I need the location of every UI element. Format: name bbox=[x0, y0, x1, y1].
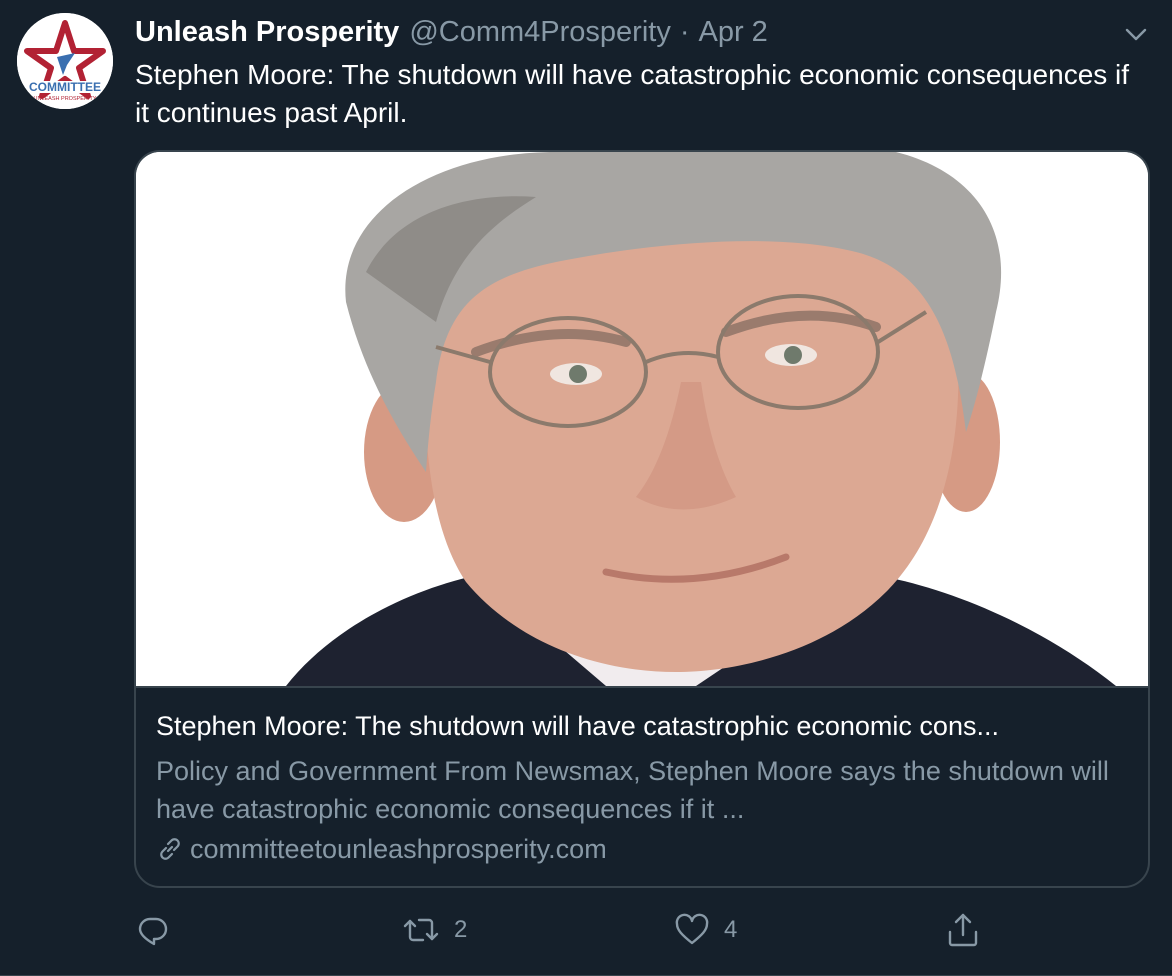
like-count: 4 bbox=[724, 916, 738, 943]
logo-subtext: UNLEASH PROSPERITY bbox=[34, 96, 97, 102]
separator-dot: · bbox=[679, 15, 690, 48]
card-title: Stephen Moore: The shutdown will have ca… bbox=[156, 711, 999, 741]
display-name[interactable]: Unleash Prosperity bbox=[135, 16, 399, 49]
card-domain-text: committeetounleashprosperity.com bbox=[190, 834, 607, 864]
reply-icon bbox=[138, 917, 168, 946]
reply-button[interactable] bbox=[136, 908, 184, 952]
avatar[interactable]: COMMITTEE UNLEASH PROSPERITY bbox=[17, 13, 113, 109]
logo-text: COMMITTEE bbox=[29, 80, 101, 94]
user-handle[interactable]: @Comm4Prosperity bbox=[409, 16, 671, 49]
committee-logo: COMMITTEE UNLEASH PROSPERITY bbox=[17, 13, 113, 109]
share-icon bbox=[948, 913, 978, 947]
retweet-button[interactable]: 2 bbox=[402, 908, 467, 952]
tweet-text: Stephen Moore: The shutdown will have ca… bbox=[135, 59, 1130, 128]
card-image[interactable] bbox=[136, 152, 1148, 688]
tweet[interactable]: COMMITTEE UNLEASH PROSPERITY Unleash Pro… bbox=[0, 0, 1172, 976]
link-card[interactable]: Stephen Moore: The shutdown will have ca… bbox=[134, 150, 1150, 888]
chevron-down-icon bbox=[1125, 28, 1147, 41]
tweet-date[interactable]: Apr 2 bbox=[699, 16, 768, 49]
card-domain: committeetounleashprosperity.com bbox=[156, 830, 607, 868]
tweet-header: Unleash Prosperity @Comm4Prosperity · Ap… bbox=[135, 12, 768, 52]
portrait-photo bbox=[136, 152, 1148, 686]
tweet-actions: 2 4 bbox=[134, 908, 1034, 952]
card-description: Policy and Government From Newsmax, Step… bbox=[156, 756, 1109, 824]
share-button[interactable] bbox=[946, 908, 994, 952]
retweet-icon bbox=[403, 918, 439, 942]
link-icon bbox=[156, 835, 184, 863]
heart-icon bbox=[675, 913, 709, 945]
retweet-count: 2 bbox=[454, 916, 468, 943]
like-button[interactable]: 4 bbox=[674, 908, 737, 952]
more-options-button[interactable] bbox=[1120, 18, 1152, 50]
